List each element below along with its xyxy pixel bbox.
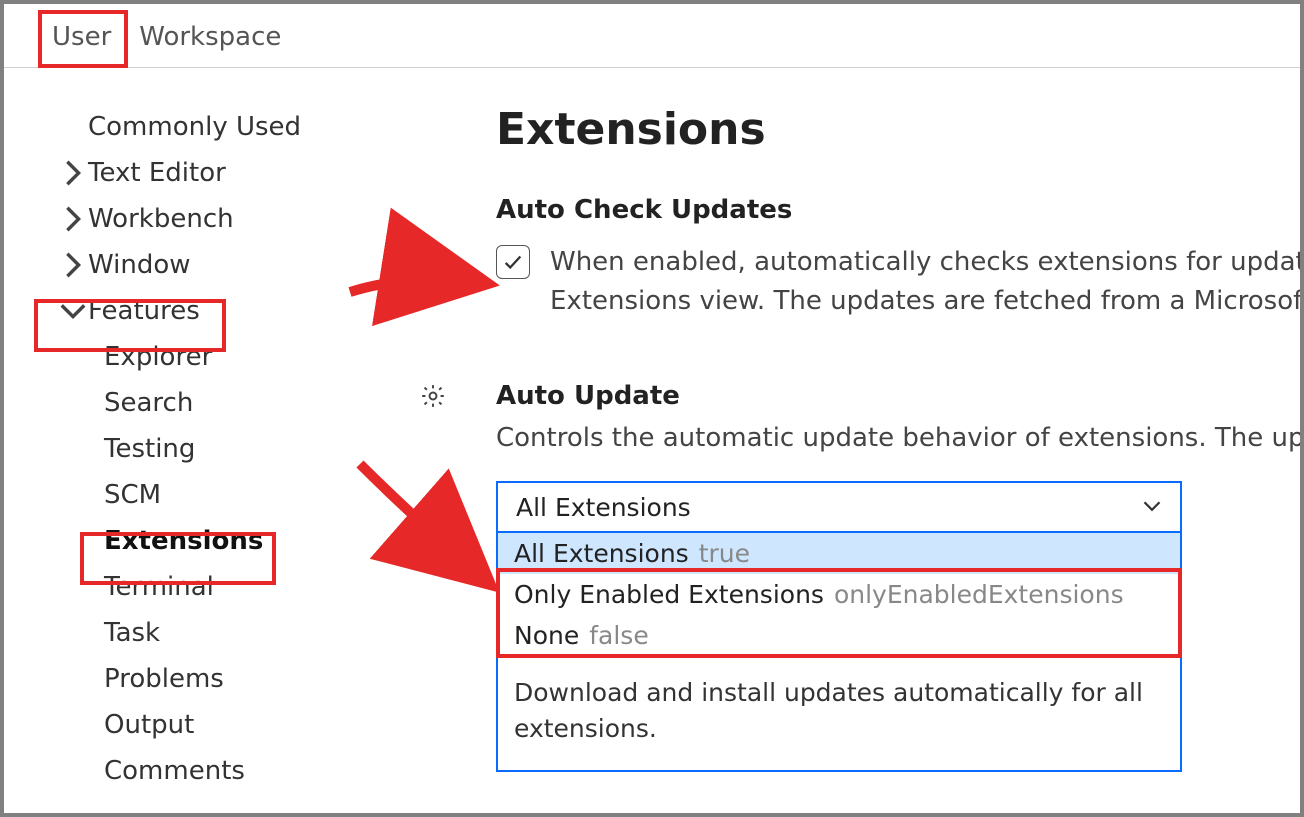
tab-user[interactable]: User [38, 16, 125, 66]
tree-label: Text Editor [88, 158, 226, 188]
select-value: All Extensions [516, 493, 691, 522]
option-label: None [514, 621, 579, 650]
option-all-extensions[interactable]: All Extensions true [498, 533, 1180, 574]
tree-item-extensions[interactable]: Extensions [38, 518, 418, 564]
chevron-right-icon [58, 250, 88, 280]
option-none[interactable]: None false [498, 615, 1180, 656]
tree-label: Extensions [104, 526, 263, 556]
tree-label: Terminal [104, 572, 214, 602]
tree-item-problems[interactable]: Problems [38, 656, 418, 702]
settings-tree: Commonly Used Text Editor Workbench Wind… [38, 104, 418, 794]
tree-item-workbench[interactable]: Workbench [38, 196, 418, 242]
tree-item-commonly-used[interactable]: Commonly Used [38, 104, 418, 150]
option-description: Download and install updates automatical… [498, 657, 1180, 770]
setting-description: When enabled, automatically checks exten… [550, 243, 1300, 321]
tab-workspace[interactable]: Workspace [125, 16, 295, 66]
settings-scope-tabs: User Workspace [4, 4, 1300, 68]
tree-label: Search [104, 388, 193, 418]
checkbox-auto-check-updates[interactable] [496, 245, 530, 279]
option-value: true [699, 539, 750, 568]
tree-label: SCM [104, 480, 161, 510]
tree-label: Explorer [104, 342, 212, 372]
tree-label: Features [88, 296, 200, 326]
auto-update-dropdown: All Extensions All Extensions true Only … [496, 481, 1182, 772]
chevron-right-icon [58, 158, 88, 188]
setting-description: Controls the automatic update behavior o… [496, 423, 1300, 453]
tree-label: Commonly Used [88, 112, 301, 142]
tree-item-scm[interactable]: SCM [38, 472, 418, 518]
option-only-enabled-extensions[interactable]: Only Enabled Extensions onlyEnabledExten… [498, 574, 1180, 615]
tree-item-terminal[interactable]: Terminal [38, 564, 418, 610]
option-value: onlyEnabledExtensions [834, 580, 1124, 609]
tree-label: Testing [104, 434, 195, 464]
tree-label: Problems [104, 664, 224, 694]
tree-label: Window [88, 250, 191, 280]
setting-auto-update: Auto Update Controls the automatic updat… [434, 381, 1300, 772]
tree-item-testing[interactable]: Testing [38, 426, 418, 472]
gear-icon[interactable] [420, 383, 452, 415]
tree-item-text-editor[interactable]: Text Editor [38, 150, 418, 196]
chevron-down-icon [1142, 493, 1162, 522]
setting-title: Auto Update [496, 381, 1300, 411]
tree-label: Output [104, 710, 194, 740]
tree-item-window[interactable]: Window [38, 242, 418, 288]
tree-item-comments[interactable]: Comments [38, 748, 418, 794]
select-auto-update[interactable]: All Extensions [496, 481, 1182, 533]
tree-label: Task [104, 618, 160, 648]
tree-label: Workbench [88, 204, 234, 234]
section-title: Extensions [496, 104, 1300, 155]
tree-item-search[interactable]: Search [38, 380, 418, 426]
chevron-down-icon [58, 296, 88, 326]
tree-item-explorer[interactable]: Explorer [38, 334, 418, 380]
option-label: All Extensions [514, 539, 689, 568]
tree-label: Comments [104, 756, 245, 786]
setting-auto-check-updates: Auto Check Updates When enabled, automat… [434, 195, 1300, 321]
option-label: Only Enabled Extensions [514, 580, 824, 609]
tree-item-output[interactable]: Output [38, 702, 418, 748]
option-value: false [589, 621, 648, 650]
check-icon [502, 251, 524, 273]
setting-title: Auto Check Updates [496, 195, 1300, 225]
tree-item-task[interactable]: Task [38, 610, 418, 656]
tree-item-features[interactable]: Features [38, 288, 418, 334]
settings-content: Extensions Auto Check Updates When enabl… [434, 104, 1300, 813]
chevron-right-icon [58, 204, 88, 234]
dropdown-list: All Extensions true Only Enabled Extensi… [496, 533, 1182, 772]
